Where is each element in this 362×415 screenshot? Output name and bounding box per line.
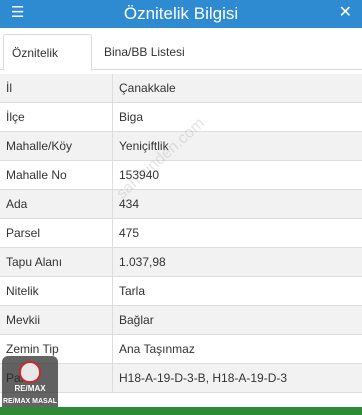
table-row: Parsel 475 (0, 219, 362, 248)
row-key: Mahalle No (6, 168, 67, 182)
close-icon[interactable]: ✕ (339, 3, 352, 23)
row-value: Çanakkale (119, 81, 176, 95)
logo-brand: RE/MAX (14, 384, 46, 393)
column-divider (112, 219, 113, 248)
remax-logo: RE/MAX RE/MAX MASAL (2, 356, 58, 412)
row-value: 1.037,98 (119, 255, 166, 269)
column-divider (112, 161, 113, 190)
table-row: Ada 434 (0, 190, 362, 219)
column-divider (112, 103, 113, 132)
column-divider (112, 277, 113, 306)
row-key: Ada (6, 197, 28, 211)
column-divider (112, 132, 113, 161)
bottom-bar (0, 407, 362, 415)
balloon-icon (19, 361, 41, 383)
column-divider (112, 364, 113, 393)
table-row: İl Çanakkale (0, 74, 362, 103)
row-value: 475 (119, 226, 140, 240)
row-value: Biga (119, 110, 144, 124)
row-value: H18-A-19-D-3-B, H18-A-19-D-3 (119, 371, 288, 385)
row-key: Nitelik (6, 284, 39, 298)
column-divider (112, 190, 113, 219)
dialog-header: ☰ Öznitelik Bilgisi ✕ (0, 0, 362, 28)
row-key: Tapu Alanı (6, 255, 63, 269)
table-row: Mahalle/Köy Yeniçiftlik (0, 132, 362, 161)
row-value: Bağlar (119, 313, 154, 327)
table-row: Tapu Alanı 1.037,98 (0, 248, 362, 277)
tab-attribute-info[interactable]: Öznitelik Bilgisi (3, 34, 92, 96)
column-divider (112, 335, 113, 364)
dialog-title: Öznitelik Bilgisi (123, 4, 239, 23)
table-row: Mahalle No 153940 (0, 161, 362, 190)
row-value: Ana Taşınmaz (119, 342, 195, 356)
row-value: Yeniçiftlik (119, 139, 169, 153)
tab-bar: Öznitelik Bilgisi Bina/BB Listesi (0, 34, 362, 96)
row-key: İl (6, 81, 12, 95)
logo-office: RE/MAX MASAL (2, 398, 58, 405)
row-key: Parsel (6, 226, 41, 240)
row-key: Mahalle/Köy (6, 139, 73, 153)
column-divider (112, 248, 113, 277)
table-row: İlçe Biga (0, 103, 362, 132)
row-value: Tarla (119, 284, 146, 298)
table-row: Nitelik Tarla (0, 277, 362, 306)
column-divider (112, 306, 113, 335)
row-value: 153940 (119, 168, 160, 182)
row-key: Mevkii (6, 313, 41, 327)
table-row: Mevkii Bağlar (0, 306, 362, 335)
row-key: İlçe (6, 110, 25, 124)
column-divider (112, 74, 113, 103)
tab-building-list[interactable]: Bina/BB Listesi (96, 34, 193, 70)
row-value: 434 (119, 197, 140, 211)
